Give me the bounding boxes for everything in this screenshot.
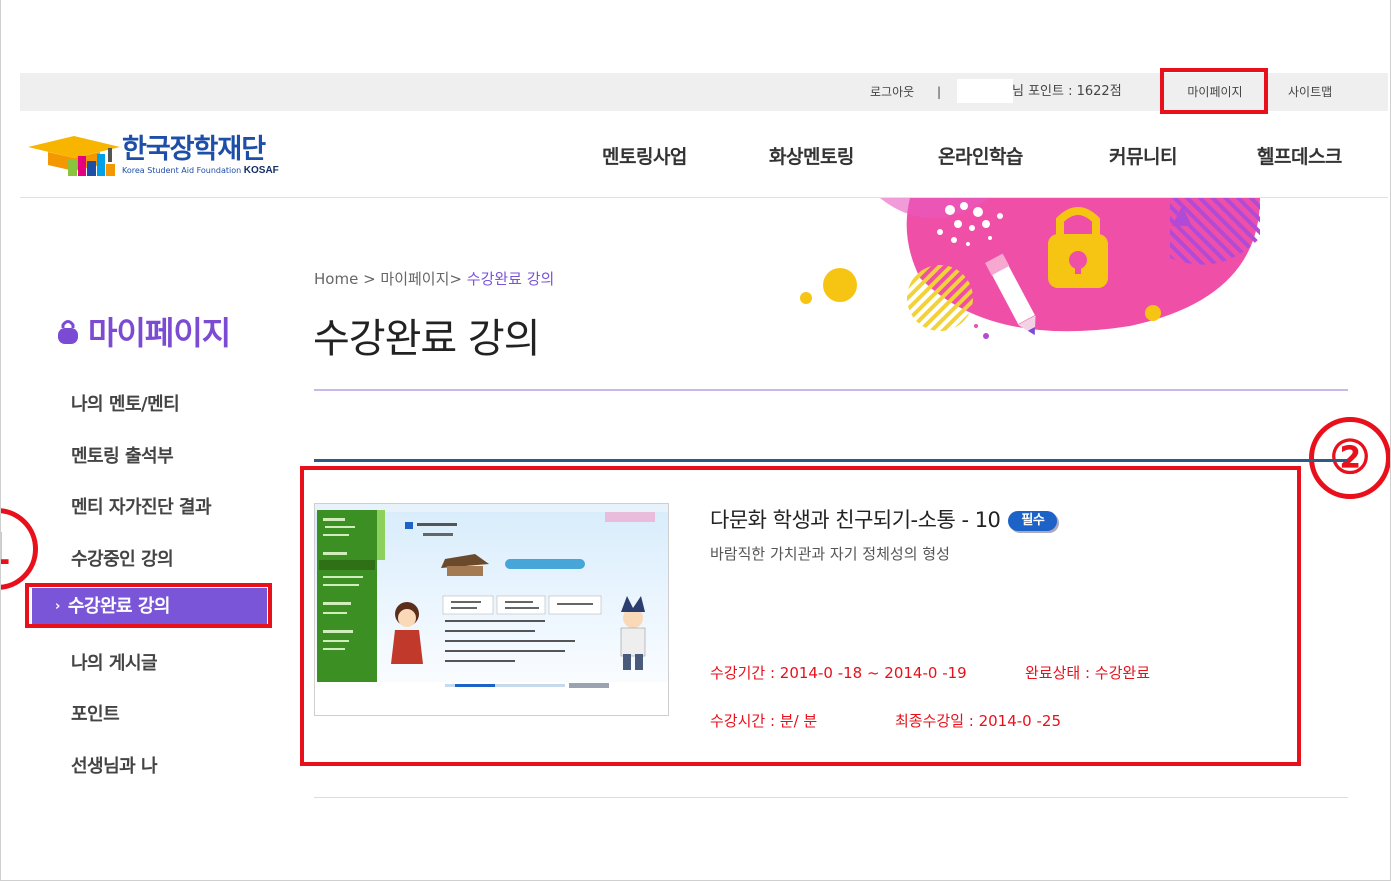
kosaf-logo[interactable]: 한국장학재단 Korea Student Aid Foundation KOSA… [28, 128, 298, 178]
graduation-cap-logo-icon [28, 136, 120, 176]
breadcrumb-current: 수강완료 강의 [466, 270, 555, 288]
breadcrumb-home[interactable]: Home [314, 270, 358, 288]
gnb-mentoring[interactable]: 멘토링사업 [602, 142, 687, 169]
list-top-border [314, 459, 1348, 462]
logo-subtitle: Korea Student Aid Foundation KOSAF [122, 165, 279, 176]
highlight-box-course [300, 466, 1301, 766]
lnb-item-self-diagnosis[interactable]: 멘티 자가진단 결과 [71, 493, 212, 519]
gnb-video-mentoring[interactable]: 화상멘토링 [769, 142, 854, 169]
breadcrumb-mypage[interactable]: 마이페이지 [380, 270, 449, 288]
lnb-item-courses-in-progress[interactable]: 수강중인 강의 [71, 545, 174, 571]
breadcrumb-separator: > [449, 270, 467, 288]
logo-title: 한국장학재단 [122, 134, 266, 165]
logout-link[interactable]: 로그아웃 [870, 73, 914, 111]
callout-marker-2: ② [1309, 417, 1391, 499]
topbar-divider: | [937, 85, 942, 99]
highlight-box-lnb [25, 583, 272, 628]
user-name-masked [957, 79, 1013, 103]
lnb-title-text: 마이페이지 [88, 314, 231, 352]
lnb-title: 마이페이지 [56, 308, 231, 354]
title-divider [314, 389, 1348, 391]
lnb-item-points[interactable]: 포인트 [71, 700, 120, 726]
sitemap-link[interactable]: 사이트맵 [1288, 73, 1332, 111]
lnb-item-my-posts[interactable]: 나의 게시글 [71, 649, 158, 675]
list-bottom-border [314, 797, 1348, 798]
lnb-item-teacher-and-me[interactable]: 선생님과 나 [71, 752, 158, 778]
highlight-box-mypage [1160, 68, 1268, 114]
user-points: 님 포인트 : 1622점 [1012, 84, 1122, 99]
logo-subtitle-text: Korea Student Aid Foundation [122, 166, 242, 175]
logo-brand: KOSAF [243, 165, 279, 176]
breadcrumb-separator: > [358, 270, 381, 288]
callout-marker-1: 1 [0, 508, 38, 590]
gnb-online-learning[interactable]: 온라인학습 [938, 142, 1023, 169]
breadcrumb: Home > 마이페이지> 수강완료 강의 [314, 268, 554, 289]
lnb-item-my-mentor-mentee[interactable]: 나의 멘토/멘티 [71, 390, 180, 416]
page-title: 수강완료 강의 [313, 316, 541, 362]
shopping-bag-icon [58, 320, 78, 344]
lnb-item-attendance[interactable]: 멘토링 출석부 [71, 442, 174, 468]
gnb-community[interactable]: 커뮤니티 [1109, 142, 1177, 169]
gnb-helpdesk[interactable]: 헬프데스크 [1257, 142, 1342, 169]
banner-decoration-image [800, 198, 1260, 339]
